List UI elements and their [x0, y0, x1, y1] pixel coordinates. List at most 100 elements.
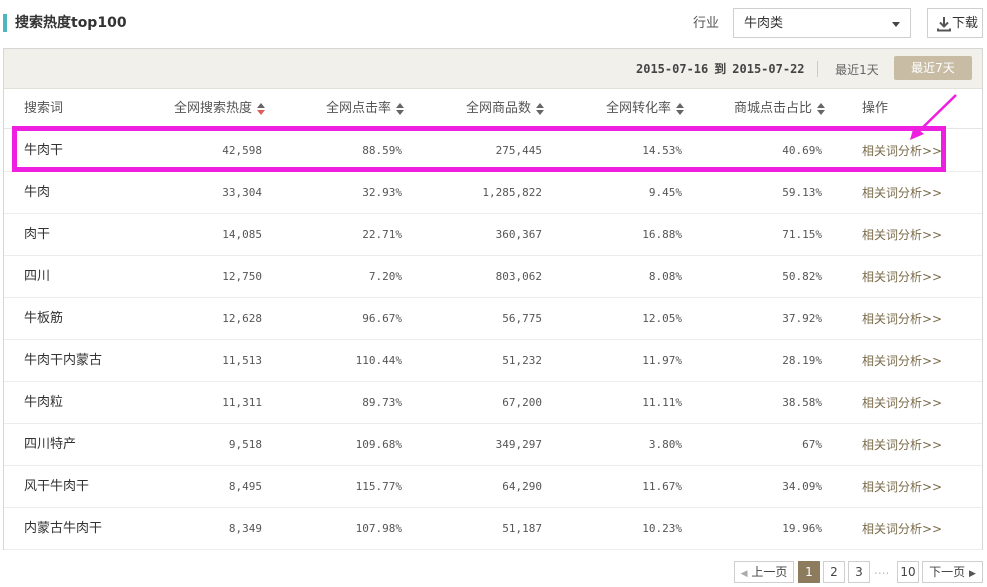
page-title: 搜索热度top100: [15, 15, 127, 31]
item-count-cell: 51,187: [502, 522, 542, 535]
click-rate-cell: 115.77%: [355, 480, 402, 493]
page-3-button[interactable]: 3: [848, 561, 870, 583]
table-row: 肉干 14,085 22.71% 360,367 16.88% 71.15% 相关词分析>>: [4, 214, 982, 256]
table-row: 牛肉粒 11,311 89.73% 67,200 11.11% 38.58% 相关词分析>>: [4, 382, 982, 424]
table-row: 牛肉干 42,598 88.59% 275,445 14.53% 40.69% 相关词分析>…: [4, 130, 982, 172]
table-row: 牛板筋 12,628 96.67% 56,775 12.05% 37.92% 相关词分析>>: [4, 298, 982, 340]
conversion-rate-cell: 11.11%: [642, 396, 682, 409]
search-heat-cell: 42,598: [222, 144, 262, 157]
col-search-heat[interactable]: 全网搜索热度: [174, 101, 266, 117]
keyword-cell: 四川特产: [24, 437, 77, 452]
click-rate-cell: 89.73%: [362, 396, 402, 409]
conversion-rate-cell: 12.05%: [642, 312, 682, 325]
mall-click-share-cell: 67%: [802, 438, 822, 451]
table-header: 搜索词 全网搜索热度 全网点击率 全网商品数 全网转化率 商城点击占比 操作: [4, 89, 982, 129]
search-heat-cell: 11,513: [222, 354, 262, 367]
keyword-cell: 四川: [24, 269, 51, 284]
next-page-button[interactable]: 下一页 ▶: [922, 561, 983, 583]
col-click-rate[interactable]: 全网点击率: [326, 101, 405, 117]
conversion-rate-cell: 11.67%: [642, 480, 682, 493]
related-words-link[interactable]: 相关词分析>>: [862, 311, 942, 327]
mall-click-share-cell: 34.09%: [782, 480, 822, 493]
page-ellipsis: ....: [874, 563, 890, 577]
item-count-cell: 67,200: [502, 396, 542, 409]
col-item-count[interactable]: 全网商品数: [466, 101, 545, 117]
last-1-day-button[interactable]: 最近1天: [828, 59, 886, 81]
sort-icon[interactable]: [396, 102, 405, 115]
col-action: 操作: [862, 101, 889, 116]
industry-select-value: 牛肉类: [744, 16, 784, 31]
conversion-rate-cell: 9.45%: [648, 186, 682, 199]
related-words-link[interactable]: 相关词分析>>: [862, 479, 942, 495]
search-heat-cell: 11,311: [222, 396, 262, 409]
item-count-cell: 803,062: [495, 270, 542, 283]
prev-page-button[interactable]: ◀ 上一页: [734, 561, 794, 583]
related-words-link[interactable]: 相关词分析>>: [862, 353, 942, 369]
click-rate-cell: 88.59%: [362, 144, 402, 157]
related-words-link[interactable]: 相关词分析>>: [862, 227, 942, 243]
table-row: 四川特产 9,518 109.68% 349,297 3.80% 67% 相关词分析>>: [4, 424, 982, 466]
search-heat-cell: 8,349: [228, 522, 262, 535]
search-heat-cell: 12,750: [222, 270, 262, 283]
click-rate-cell: 22.71%: [362, 228, 402, 241]
click-rate-cell: 32.93%: [362, 186, 402, 199]
conversion-rate-cell: 11.97%: [642, 354, 682, 367]
related-words-link[interactable]: 相关词分析>>: [862, 395, 942, 411]
mall-click-share-cell: 50.82%: [782, 270, 822, 283]
table-row: 四川 12,750 7.20% 803,062 8.08% 50.82% 相关词分析>>: [4, 256, 982, 298]
conversion-rate-cell: 10.23%: [642, 522, 682, 535]
download-button[interactable]: 下载: [927, 8, 983, 38]
industry-select[interactable]: 牛肉类: [733, 8, 911, 38]
search-heat-cell: 33,304: [222, 186, 262, 199]
search-heat-cell: 12,628: [222, 312, 262, 325]
keyword-cell: 牛肉粒: [24, 395, 64, 410]
click-rate-cell: 110.44%: [355, 354, 402, 367]
page-10-button[interactable]: 10: [897, 561, 919, 583]
item-count-cell: 64,290: [502, 480, 542, 493]
click-rate-cell: 7.20%: [368, 270, 402, 283]
mall-click-share-cell: 37.92%: [782, 312, 822, 325]
search-heat-cell: 9,518: [228, 438, 262, 451]
page-1-button[interactable]: 1: [798, 561, 820, 583]
related-words-link[interactable]: 相关词分析>>: [862, 185, 942, 201]
keyword-cell: 牛肉干: [24, 143, 64, 158]
table-row: 牛肉 33,304 32.93% 1,285,822 9.45% 59.13% 相关词分析>…: [4, 172, 982, 214]
item-count-cell: 275,445: [495, 144, 542, 157]
sort-icon[interactable]: [676, 102, 685, 115]
item-count-cell: 56,775: [502, 312, 542, 325]
conversion-rate-cell: 8.08%: [648, 270, 682, 283]
keyword-cell: 牛板筋: [24, 311, 64, 326]
keyword-cell: 牛肉干内蒙古: [24, 353, 103, 368]
col-keyword: 搜索词: [24, 101, 64, 116]
mall-click-share-cell: 19.96%: [782, 522, 822, 535]
date-to-label: 到: [714, 62, 727, 76]
search-heat-cell: 8,495: [228, 480, 262, 493]
page-2-button[interactable]: 2: [823, 561, 845, 583]
table-row: 牛肉干内蒙古 11,513 110.44% 51,232 11.97% 28.19% 相关词…: [4, 340, 982, 382]
item-count-cell: 51,232: [502, 354, 542, 367]
date-start: 2015-07-16: [636, 62, 709, 76]
click-rate-cell: 109.68%: [355, 438, 402, 451]
table-row: 内蒙古牛肉干 8,349 107.98% 51,187 10.23% 19.96% 相关词分…: [4, 508, 982, 550]
related-words-link[interactable]: 相关词分析>>: [862, 143, 942, 159]
item-count-cell: 349,297: [495, 438, 542, 451]
related-words-link[interactable]: 相关词分析>>: [862, 269, 942, 285]
keyword-cell: 内蒙古牛肉干: [24, 521, 103, 536]
related-words-link[interactable]: 相关词分析>>: [862, 521, 942, 537]
download-label: 下载: [952, 16, 979, 31]
ranking-panel: 2015-07-16 到 2015-07-22 最近1天 最近7天 搜索词 全网搜索…: [3, 48, 983, 550]
last-7-days-button[interactable]: 最近7天: [894, 56, 972, 80]
date-end: 2015-07-22: [732, 62, 805, 76]
sort-icon[interactable]: [817, 102, 826, 115]
sort-icon[interactable]: [257, 102, 266, 115]
related-words-link[interactable]: 相关词分析>>: [862, 437, 942, 453]
col-mall-click-share[interactable]: 商城点击占比: [734, 101, 826, 117]
sort-icon[interactable]: [536, 102, 545, 115]
conversion-rate-cell: 14.53%: [642, 144, 682, 157]
chevron-down-icon: [892, 22, 900, 27]
keyword-cell: 肉干: [24, 227, 51, 242]
item-count-cell: 360,367: [495, 228, 542, 241]
filter-divider: [817, 61, 818, 77]
keyword-cell: 风干牛肉干: [24, 479, 90, 494]
col-conversion-rate[interactable]: 全网转化率: [606, 101, 685, 117]
